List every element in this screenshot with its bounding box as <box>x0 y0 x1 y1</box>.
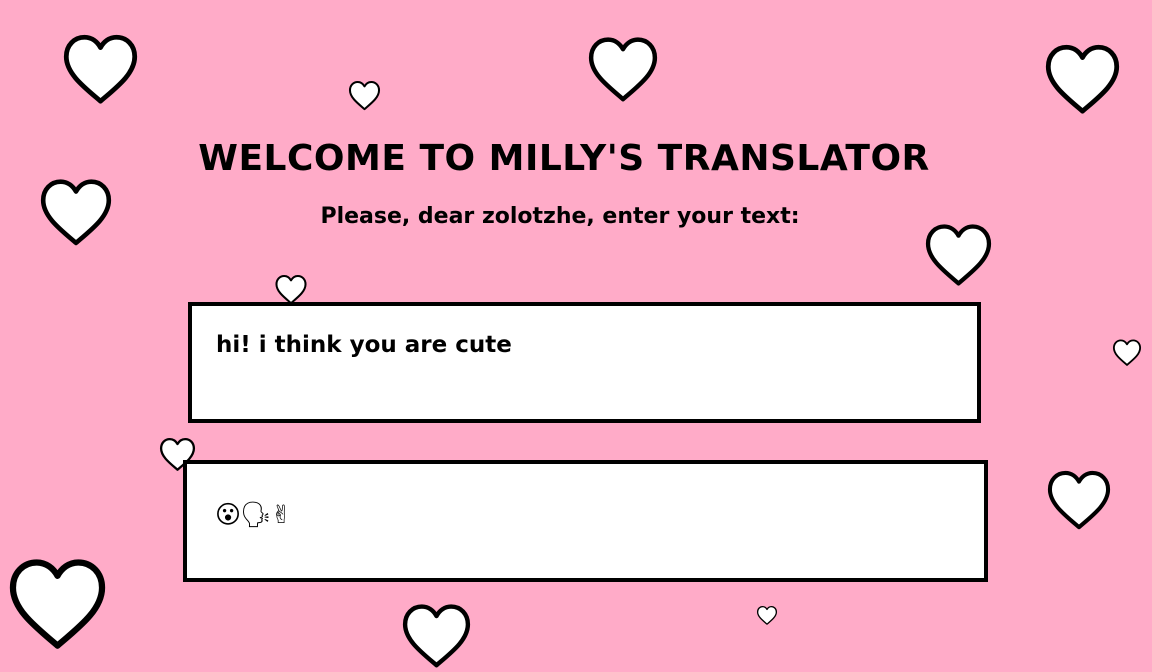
heart-icon <box>402 604 471 668</box>
heart-icon <box>588 37 658 102</box>
instruction-text: Please, dear zolotzhe, enter your text: <box>320 204 800 229</box>
output-text: 😮🗣✌ <box>215 500 292 529</box>
heart-icon <box>348 80 381 111</box>
heart-icon <box>1045 44 1120 114</box>
input-text: hi! i think you are cute <box>216 332 512 358</box>
heart-icon <box>925 224 992 286</box>
heart-icon <box>63 34 138 104</box>
page-title: WELCOME TO MILLY'S TRANSLATOR <box>198 138 930 179</box>
heart-icon <box>9 559 106 649</box>
heart-icon <box>1047 470 1111 530</box>
output-textbox[interactable]: 😮🗣✌ <box>183 460 988 582</box>
input-textbox[interactable]: hi! i think you are cute <box>188 302 981 423</box>
heart-icon <box>756 605 778 625</box>
heart-icon <box>1112 339 1142 366</box>
